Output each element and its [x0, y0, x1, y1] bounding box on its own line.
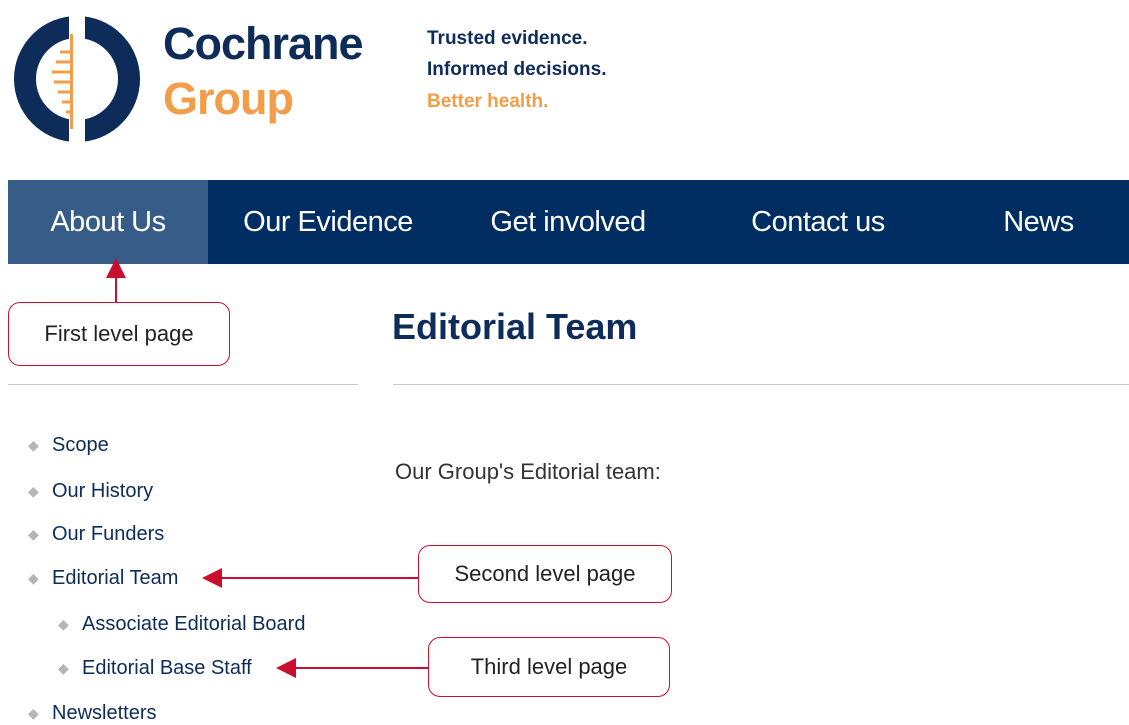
sidebar-item-associate-editorial-board[interactable]: Associate Editorial Board [82, 613, 305, 636]
bullet-icon: ◆ [58, 616, 69, 632]
sidebar-item-editorial-team[interactable]: Editorial Team [52, 567, 178, 590]
intro-text: Our Group's Editorial team: [395, 459, 661, 484]
bullet-icon: ◆ [28, 483, 39, 499]
nav-item-contact-us[interactable]: Contact us [688, 180, 948, 264]
tagline-line-1: Trusted evidence. [427, 28, 588, 49]
bullet-icon: ◆ [28, 526, 39, 542]
nav-item-about-us[interactable]: About Us [8, 180, 208, 264]
brand-subname[interactable]: Group [163, 73, 294, 125]
annotation-third-level-text: Third level page [470, 654, 628, 679]
cochrane-logo[interactable] [12, 14, 142, 144]
sidebar-item-scope[interactable]: Scope [52, 434, 109, 457]
page-title: Editorial Team [392, 306, 638, 347]
bullet-icon: ◆ [28, 570, 39, 586]
nav-item-news[interactable]: News [948, 180, 1129, 264]
bullet-icon: ◆ [28, 705, 39, 721]
annotation-second-level: Second level page [418, 545, 672, 603]
main-navigation: About Us Our Evidence Get involved Conta… [8, 180, 1129, 264]
sidebar-item-editorial-base-staff[interactable]: Editorial Base Staff [82, 657, 252, 680]
content-divider [393, 384, 1129, 385]
annotation-second-level-text: Second level page [454, 561, 636, 586]
sidebar-divider [8, 384, 358, 385]
nav-item-get-involved[interactable]: Get involved [448, 180, 688, 264]
sidebar-item-our-history[interactable]: Our History [52, 480, 153, 503]
tagline-line-3: Better health. [427, 91, 549, 112]
sidebar-item-our-funders[interactable]: Our Funders [52, 523, 164, 546]
bullet-icon: ◆ [28, 437, 39, 453]
nav-item-our-evidence[interactable]: Our Evidence [208, 180, 448, 264]
annotation-first-level-text: First level page [44, 321, 194, 346]
annotation-first-level: First level page [8, 302, 230, 366]
annotation-third-level: Third level page [428, 637, 670, 697]
tagline-line-2: Informed decisions. [427, 59, 607, 80]
bullet-icon: ◆ [58, 660, 69, 676]
brand-name[interactable]: Cochrane [163, 18, 364, 70]
